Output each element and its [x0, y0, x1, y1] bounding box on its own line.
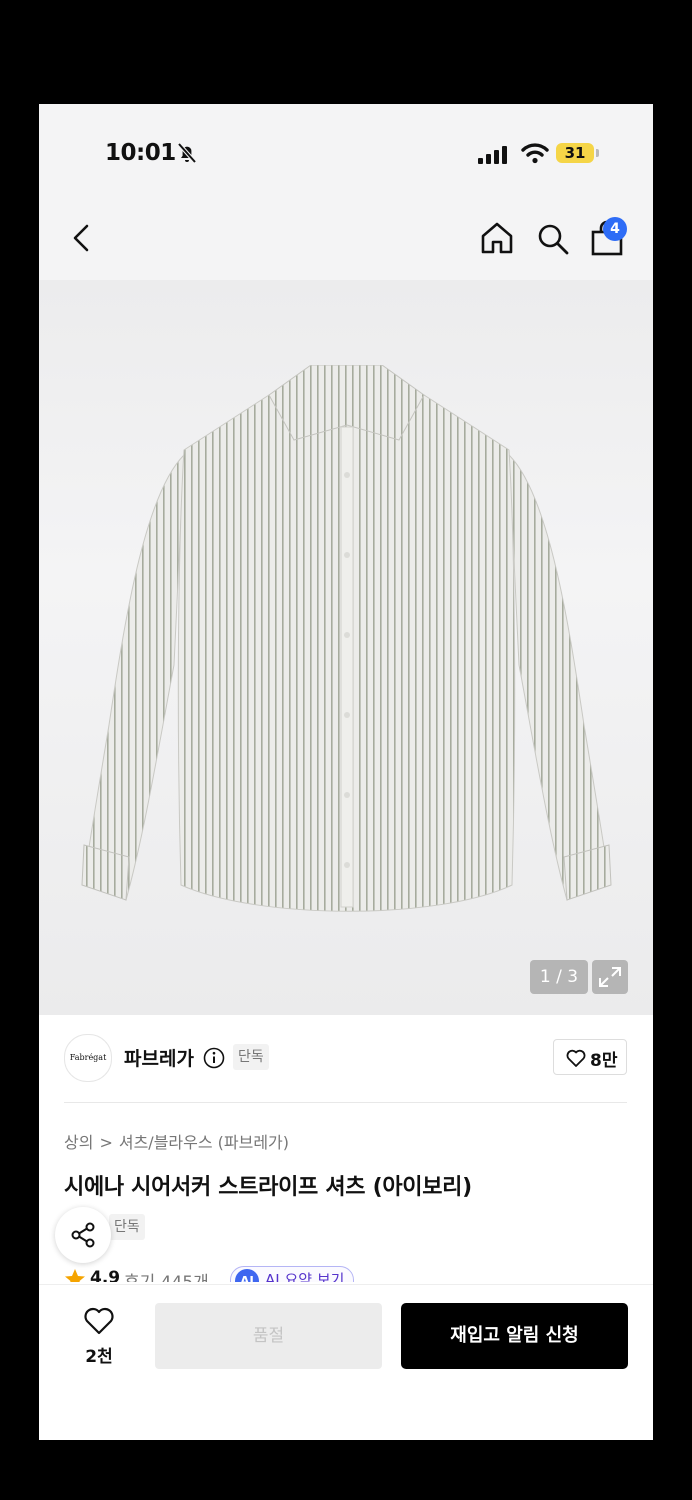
divider — [64, 1102, 627, 1103]
status-time: 10:01 — [105, 140, 176, 166]
rating-row: 4.9 후기 445개 AI AI 요약 보기 — [64, 1266, 404, 1282]
ai-summary-label: AI 요약 보기 — [265, 1271, 345, 1282]
brand-exclusive-tag: 단독 — [233, 1044, 269, 1070]
status-bar: 10:01 31 — [39, 104, 653, 204]
search-icon[interactable] — [535, 221, 571, 257]
product-image — [81, 365, 612, 912]
expand-image-button[interactable] — [592, 960, 628, 994]
breadcrumb-subcategory[interactable]: 셔츠/블라우스 (파브레가) — [119, 1133, 289, 1152]
screen: 10:01 31 4 1 / 3 Fabrégat 파브레가 단독 8만 상의 … — [39, 104, 653, 1440]
battery-tip — [596, 149, 599, 157]
wish-count: 2천 — [85, 1347, 113, 1367]
expand-icon — [599, 967, 621, 987]
review-count[interactable]: 후기 445개 — [124, 1268, 209, 1282]
restock-alert-button[interactable]: 재입고 알림 신청 — [401, 1303, 628, 1369]
ai-badge: AI — [235, 1269, 259, 1282]
brand-logo[interactable]: Fabrégat — [64, 1034, 112, 1082]
heart-icon — [566, 1049, 586, 1067]
ai-summary-button[interactable]: AI AI 요약 보기 — [230, 1266, 354, 1282]
product-exclusive-tag: 단독 — [109, 1214, 145, 1240]
breadcrumb-separator: > — [99, 1133, 113, 1152]
soldout-button: 품절 — [155, 1303, 382, 1369]
home-icon[interactable] — [479, 220, 515, 256]
breadcrumb-category[interactable]: 상의 — [64, 1133, 93, 1152]
top-nav: 4 — [39, 204, 653, 280]
rating-value: 4.9 — [90, 1268, 121, 1282]
share-button[interactable] — [55, 1207, 111, 1263]
star-icon — [65, 1269, 85, 1282]
image-counter: 1 / 3 — [530, 960, 588, 994]
share-icon — [71, 1222, 95, 1248]
bottom-action-bar: 2천 품절 재입고 알림 신청 — [39, 1284, 653, 1440]
brand-like-button[interactable]: 8만 — [553, 1039, 627, 1075]
battery-level: 31 — [564, 144, 586, 162]
brand-like-count: 8만 — [590, 1051, 618, 1071]
wifi-icon — [521, 143, 549, 164]
brand-name[interactable]: 파브레가 — [124, 1044, 194, 1071]
heart-icon[interactable] — [83, 1306, 115, 1336]
bell-slash-icon — [177, 142, 197, 164]
info-icon[interactable] — [203, 1047, 225, 1069]
breadcrumb: 상의 > 셔츠/블라우스 (파브레가) — [64, 1129, 289, 1153]
product-image-gallery[interactable]: 1 / 3 — [39, 280, 653, 1015]
product-title: 시에나 시어서커 스트라이프 셔츠 (아이보리) — [64, 1175, 472, 1200]
cart-count-badge: 4 — [603, 217, 627, 241]
battery-indicator: 31 — [556, 143, 594, 163]
back-icon[interactable] — [67, 222, 97, 254]
signal-icon — [478, 146, 507, 164]
